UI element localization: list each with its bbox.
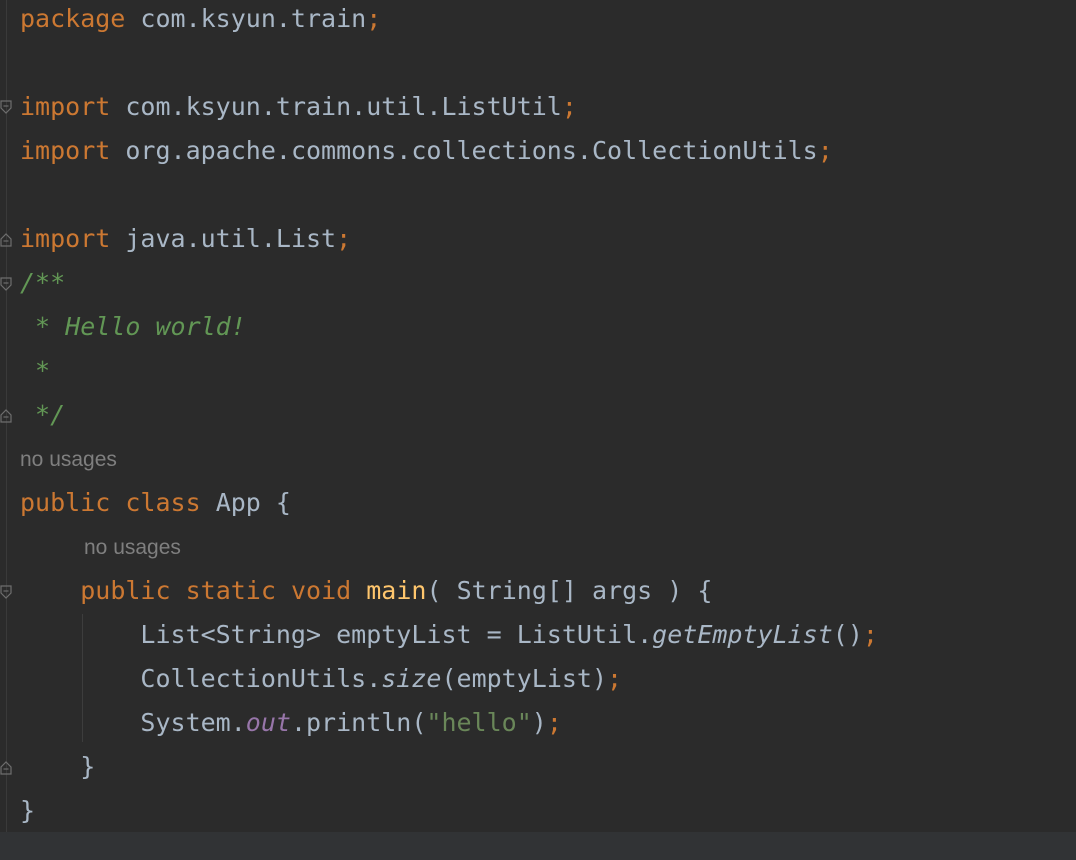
code-line-class-decl[interactable]: public class App {	[20, 481, 291, 525]
code-line-import-1[interactable]: import com.ksyun.train.util.ListUtil;	[20, 85, 577, 129]
code-text: (emptyList)	[441, 664, 608, 693]
brace: {	[275, 488, 291, 517]
keyword: void	[290, 576, 352, 605]
brace: }	[20, 796, 36, 825]
code-line-import-3[interactable]: import java.util.List;	[20, 217, 351, 261]
semicolon: ;	[561, 92, 577, 121]
semicolon: ;	[817, 136, 833, 165]
code-text: .println(	[290, 708, 427, 737]
static-method-call: getEmptyList	[652, 620, 833, 649]
import-path: org.apache.commons.collections.Collectio…	[125, 136, 818, 165]
code-text: CollectionUtils.	[140, 664, 382, 693]
string-literal: "hello"	[426, 708, 532, 737]
semicolon: ;	[366, 4, 382, 33]
static-method-call: size	[381, 664, 442, 693]
javadoc-close[interactable]: */	[20, 393, 65, 437]
gutter-divider	[6, 0, 7, 860]
code-text: )	[531, 708, 547, 737]
semicolon: ;	[862, 620, 878, 649]
usages-hint[interactable]: no usages	[84, 526, 181, 570]
code-text: List<String> emptyList = ListUtil.	[140, 620, 653, 649]
method-params: ( String[] args )	[426, 576, 683, 605]
semicolon: ;	[336, 224, 352, 253]
import-path: com.ksyun.train.util.ListUtil	[125, 92, 562, 121]
code-line-statement[interactable]: CollectionUtils.size(emptyList);	[20, 657, 622, 701]
fold-marker-icon[interactable]	[0, 277, 12, 291]
keyword: package	[20, 4, 126, 33]
code-line-close-method[interactable]: }	[20, 745, 95, 789]
usages-hint[interactable]: no usages	[20, 438, 117, 482]
code-line-statement[interactable]: List<String> emptyList = ListUtil.getEmp…	[20, 613, 878, 657]
keyword: import	[20, 224, 111, 253]
fold-marker-icon[interactable]	[0, 409, 12, 423]
keyword: class	[125, 488, 201, 517]
code-text: System.	[140, 708, 246, 737]
fold-marker-icon[interactable]	[0, 100, 12, 114]
code-line-import-2[interactable]: import org.apache.commons.collections.Co…	[20, 129, 833, 173]
fold-marker-icon[interactable]	[0, 585, 12, 599]
code-line-package[interactable]: package com.ksyun.train;	[20, 0, 381, 41]
editor-bottom-strip	[0, 832, 1076, 860]
keyword: import	[20, 92, 111, 121]
import-path: java.util.List	[125, 224, 337, 253]
javadoc-line[interactable]: * Hello world!	[20, 305, 246, 349]
code-editor[interactable]: package com.ksyun.train; import com.ksyu…	[0, 0, 1076, 860]
package-name: com.ksyun.train	[140, 4, 367, 33]
javadoc-open[interactable]: /**	[20, 261, 65, 305]
class-name: App	[215, 488, 261, 517]
method-name: main	[366, 576, 427, 605]
fold-marker-icon[interactable]	[0, 761, 12, 775]
brace: }	[80, 752, 96, 781]
code-text: ()	[832, 620, 863, 649]
semicolon: ;	[607, 664, 623, 693]
keyword: static	[185, 576, 276, 605]
keyword: public	[80, 576, 171, 605]
code-line-statement[interactable]: System.out.println("hello");	[20, 701, 562, 745]
brace: {	[697, 576, 713, 605]
code-line-method-decl[interactable]: public static void main( String[] args )…	[20, 569, 712, 613]
fold-marker-icon[interactable]	[0, 233, 12, 247]
javadoc-line[interactable]: *	[20, 349, 50, 393]
static-field: out	[245, 708, 291, 737]
keyword: import	[20, 136, 111, 165]
semicolon: ;	[546, 708, 562, 737]
keyword: public	[20, 488, 111, 517]
code-line-close-class[interactable]: }	[20, 789, 35, 833]
